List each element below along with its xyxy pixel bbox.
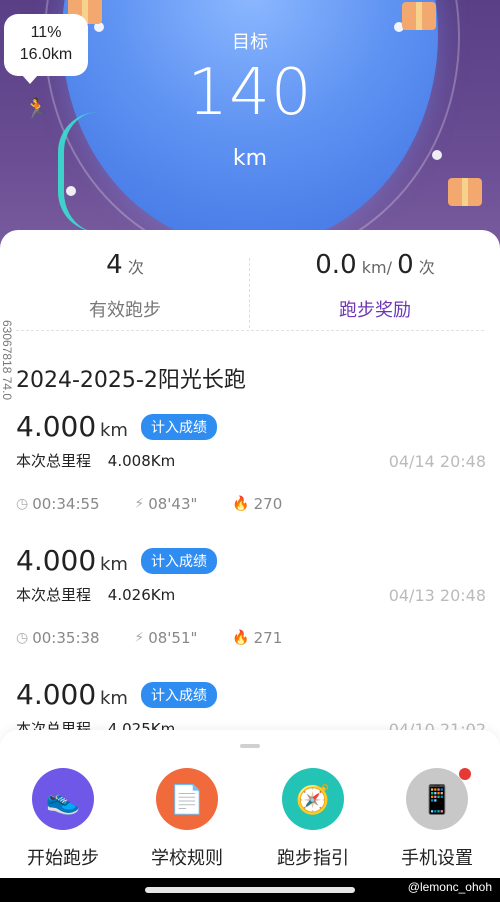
total-label: 本次总里程 — [16, 452, 92, 470]
effective-label: 有效跑步 — [89, 300, 161, 321]
effective-runs-stat[interactable]: 4 次 有效跑步 — [0, 250, 250, 322]
run-datetime: 04/14 20:48 — [388, 452, 486, 471]
start-run-button[interactable]: 👟 开始跑步 — [3, 768, 123, 870]
run-item[interactable]: 4.000 km 计入成绩 本次总里程 4.008Km 04/14 20:48 … — [16, 410, 486, 530]
run-item[interactable]: 4.000 km 计入成绩 本次总里程 4.026Km 04/13 20:48 … — [16, 544, 486, 664]
reward-unit: km/ — [361, 258, 392, 277]
action-label: 跑步指引 — [277, 848, 349, 869]
reward-stat[interactable]: 0.0 km/ 0 次 跑步奖励 — [250, 250, 500, 322]
run-metrics: ◷ 00:35:38 ⚡ 08'51" 🔥 271 — [16, 628, 312, 647]
duration-metric: ◷ 00:35:38 — [16, 629, 100, 647]
goal-unit: km — [232, 146, 268, 171]
lightning-icon: ⚡ — [134, 630, 145, 646]
orbit-dot — [66, 186, 76, 196]
goal-label: 目标 — [232, 32, 268, 53]
phone-settings-button[interactable]: 📱 手机设置 — [377, 768, 497, 870]
action-label: 学校规则 — [151, 848, 223, 869]
duration-value: 00:34:55 — [32, 495, 100, 513]
flame-icon: 🔥 — [232, 496, 250, 512]
run-datetime: 04/13 20:48 — [388, 586, 486, 605]
total-value: 4.008Km — [107, 452, 176, 470]
lightning-icon: ⚡ — [134, 496, 145, 512]
rules-document-icon: 📄 — [156, 768, 218, 830]
counted-badge: 计入成绩 — [141, 414, 217, 440]
total-value: 4.026Km — [107, 586, 176, 604]
reward-count-unit: 次 — [418, 258, 435, 277]
run-total-line: 本次总里程 4.008Km — [16, 450, 175, 471]
reward-label: 跑步奖励 — [339, 300, 411, 321]
run-km: 4.000 — [16, 410, 97, 443]
gift-box-icon[interactable] — [402, 2, 436, 30]
run-unit: km — [100, 554, 128, 575]
flame-icon: 🔥 — [232, 630, 250, 646]
duration-value: 00:35:38 — [32, 629, 100, 647]
effective-unit: 次 — [127, 258, 144, 277]
run-km: 4.000 — [16, 678, 97, 711]
running-shoe-icon: 👟 — [32, 768, 94, 830]
run-km: 4.000 — [16, 544, 97, 577]
total-label: 本次总里程 — [16, 586, 92, 604]
pace-value: 08'51" — [148, 629, 198, 647]
school-rules-button[interactable]: 📄 学校规则 — [127, 768, 247, 870]
action-label: 开始跑步 — [27, 848, 99, 869]
effective-count: 4 — [106, 250, 123, 280]
section-title: 2024-2025-2阳光长跑 — [16, 368, 246, 393]
section-divider — [16, 330, 484, 331]
drag-handle[interactable] — [240, 744, 260, 748]
compass-icon: 🧭 — [282, 768, 344, 830]
pace-metric: ⚡ 08'43" — [134, 495, 197, 513]
phone-icon: 📱 — [406, 768, 468, 830]
vertical-id-text: 63067818 74.0 — [0, 320, 14, 401]
calorie-value: 271 — [253, 629, 283, 647]
run-metrics: ◷ 00:34:55 ⚡ 08'43" 🔥 270 — [16, 494, 312, 513]
calorie-metric: 🔥 271 — [232, 629, 282, 647]
run-unit: km — [100, 688, 128, 709]
run-unit: km — [100, 420, 128, 441]
reward-value: 0.0 — [315, 250, 357, 280]
action-label: 手机设置 — [401, 848, 473, 869]
duration-metric: ◷ 00:34:55 — [16, 495, 100, 513]
progress-arc — [58, 112, 98, 232]
clock-icon: ◷ — [16, 496, 29, 512]
goal-value: 140 — [187, 56, 313, 130]
calorie-value: 270 — [253, 495, 283, 513]
running-guide-button[interactable]: 🧭 跑步指引 — [253, 768, 373, 870]
pace-metric: ⚡ 08'51" — [134, 629, 197, 647]
hero-header: 🏃 11% 16.0km 目标 140 km — [0, 0, 500, 260]
run-total-line: 本次总里程 4.026Km — [16, 584, 175, 605]
home-indicator[interactable] — [145, 887, 355, 893]
gift-box-icon[interactable] — [448, 178, 482, 206]
pace-value: 08'43" — [148, 495, 198, 513]
watermark-text: @lemonc_ohoh — [407, 880, 492, 894]
counted-badge: 计入成绩 — [141, 548, 217, 574]
bottom-action-panel: 👟 开始跑步 📄 学校规则 🧭 跑步指引 📱 手机设置 — [0, 730, 500, 886]
reward-count: 0 — [397, 250, 414, 280]
notification-dot — [459, 768, 471, 780]
clock-icon: ◷ — [16, 630, 29, 646]
counted-badge: 计入成绩 — [141, 682, 217, 708]
stats-card: 4 次 有效跑步 0.0 km/ 0 次 跑步奖励 63067818 74.0 … — [0, 230, 500, 750]
calorie-metric: 🔥 270 — [232, 495, 282, 513]
